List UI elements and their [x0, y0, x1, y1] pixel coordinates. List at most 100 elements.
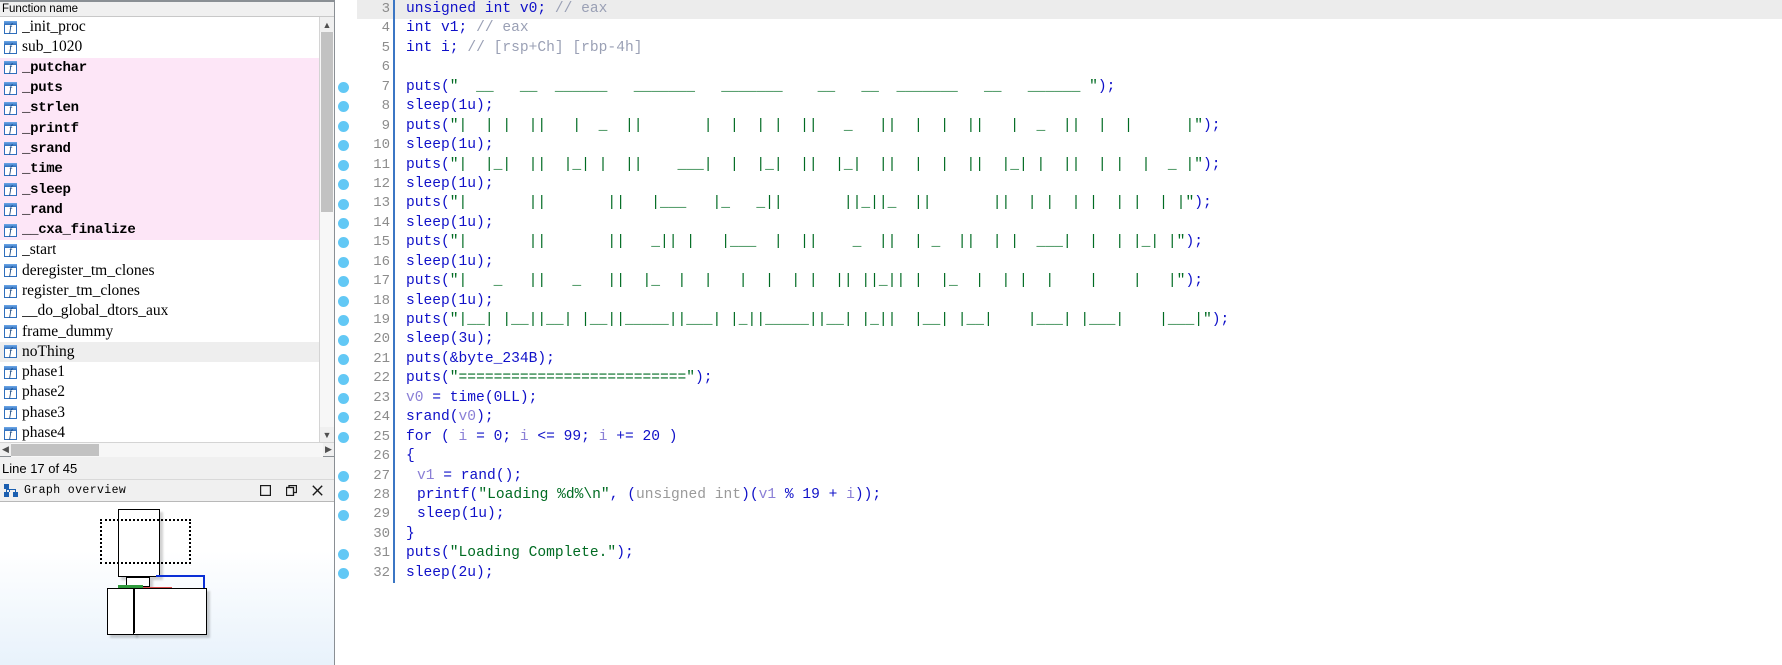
function-list-item[interactable]: f deregister_tm_clones	[0, 261, 319, 281]
graph-node[interactable]	[133, 588, 207, 635]
code-line[interactable]: 30}	[357, 524, 1782, 545]
code-line[interactable]: 23 v0 = time(0LL);	[357, 388, 1782, 409]
function-list-item[interactable]: f sub_1020	[0, 37, 319, 57]
function-list-item[interactable]: f _time	[0, 159, 319, 180]
breakpoint-icon[interactable]	[338, 101, 349, 113]
code-line[interactable]: 21 puts(&byte_234B);	[357, 349, 1782, 370]
code-line[interactable]: 26 {	[357, 447, 1782, 467]
function-list-item[interactable]: f _init_proc	[0, 17, 319, 37]
code-line[interactable]: 10 sleep(1u);	[357, 136, 1782, 156]
pseudocode-view[interactable]: 3 unsigned int v0; // eax 4 int v1; // eax 5…	[335, 0, 1782, 665]
code-line[interactable]: 6	[357, 58, 1782, 78]
code-line[interactable]: 31 puts("Loading Complete.");	[357, 544, 1782, 564]
breakpoint-icon[interactable]	[338, 120, 349, 132]
code-line[interactable]: 25 for ( i = 0; i <= 99; i += 20 )	[357, 427, 1782, 448]
breakpoint-icon[interactable]	[338, 470, 349, 482]
breakpoint-icon[interactable]	[338, 354, 349, 366]
scroll-left-icon[interactable]: ◀	[0, 443, 11, 457]
breakpoint-icon[interactable]	[338, 237, 349, 249]
function-list-item[interactable]: f __do_global_dtors_aux	[0, 301, 319, 321]
functions-list[interactable]: f _init_proc f sub_1020 f _putchar f _puts f _str…	[0, 17, 319, 442]
code-line[interactable]: 13 puts("| || || |___ |_ _|| ||_||_ || ||…	[357, 194, 1782, 214]
breakpoint-icon[interactable]	[338, 568, 349, 580]
pseudocode-text-area[interactable]: 3 unsigned int v0; // eax 4 int v1; // eax 5…	[357, 0, 1782, 665]
graph-overview-titlebar[interactable]: Graph overview	[0, 480, 334, 502]
functions-vertical-scrollbar[interactable]: ▲ ▼	[319, 17, 334, 442]
function-list-item[interactable]: f _putchar	[0, 57, 319, 78]
code-line[interactable]: 28 printf("Loading %d%\n", (unsigned int)…	[357, 485, 1782, 506]
function-list-item[interactable]: f _strlen	[0, 98, 319, 119]
functions-column-header[interactable]: Function name	[0, 0, 334, 17]
functions-scroll-thumb[interactable]	[321, 32, 333, 212]
breakpoint-icon[interactable]	[338, 198, 349, 210]
breakpoint-icon[interactable]	[338, 431, 349, 443]
function-list-item[interactable]: f noThing	[0, 341, 319, 363]
function-name-label: _time	[22, 161, 63, 178]
code-line[interactable]: 24 srand(v0);	[357, 408, 1782, 428]
code-line[interactable]: 5 int i; // [rsp+Ch] [rbp-4h]	[357, 38, 1782, 59]
breakpoint-icon[interactable]	[338, 276, 349, 288]
function-list-item[interactable]: f phase4	[0, 423, 319, 442]
code-line[interactable]: 22 puts("==========================");	[357, 369, 1782, 389]
breakpoint-icon[interactable]	[338, 159, 349, 171]
breakpoint-icon[interactable]	[338, 256, 349, 268]
function-list-item[interactable]: f frame_dummy	[0, 321, 319, 341]
function-list-item[interactable]: f _rand	[0, 199, 319, 220]
breakpoint-icon[interactable]	[338, 179, 349, 191]
code-line[interactable]: 32 sleep(2u);	[357, 563, 1782, 584]
graph-node[interactable]	[107, 588, 135, 635]
breakpoint-icon[interactable]	[338, 315, 349, 327]
function-list-item[interactable]: f phase2	[0, 382, 319, 402]
code-line[interactable]: 11 puts("| |_| || |_| | || ___| | |_| || …	[357, 155, 1782, 175]
breakpoint-icon[interactable]	[338, 295, 349, 307]
function-list-item[interactable]: f _printf	[0, 118, 319, 139]
line-number: 25	[373, 428, 390, 445]
function-list-item[interactable]: f phase3	[0, 403, 319, 423]
breakpoint-icon[interactable]	[338, 548, 349, 560]
maximize-button[interactable]	[252, 481, 278, 501]
breakpoint-icon[interactable]	[338, 412, 349, 424]
code-line[interactable]: 27 v1 = rand();	[357, 466, 1782, 486]
breakpoint-icon[interactable]	[338, 509, 349, 521]
function-list-item[interactable]: f phase1	[0, 362, 319, 382]
scroll-down-icon[interactable]: ▼	[320, 427, 334, 442]
code-line[interactable]: 7 puts(" __ __ ______ _______ _______ __ …	[357, 77, 1782, 98]
code-line[interactable]: 9 puts("| | | || | _ || | | | | || _ || |…	[357, 116, 1782, 137]
function-list-item[interactable]: f _puts	[0, 77, 319, 99]
breakpoint-icon[interactable]	[338, 334, 349, 346]
breakpoint-gutter[interactable]	[335, 0, 357, 665]
code-line[interactable]: 4 int v1; // eax	[357, 19, 1782, 39]
functions-scroll-track[interactable]	[320, 32, 334, 427]
breakpoint-icon[interactable]	[338, 373, 349, 385]
function-list-item[interactable]: f _srand	[0, 138, 319, 160]
graph-overview-canvas[interactable]	[0, 502, 334, 665]
code-line[interactable]: 3 unsigned int v0; // eax	[357, 0, 1782, 20]
code-line[interactable]: 29 sleep(1u);	[357, 505, 1782, 525]
scroll-right-icon[interactable]: ▶	[323, 443, 334, 457]
code-line[interactable]: 17 puts("| _ || _ || |_ | | | | | | || ||…	[357, 272, 1782, 292]
close-button[interactable]	[304, 481, 330, 501]
code-line[interactable]: 19 puts("|__| |__||__| |__||_____||___| |…	[357, 311, 1782, 331]
function-list-item[interactable]: f register_tm_clones	[0, 281, 319, 301]
code-line[interactable]: 8 sleep(1u);	[357, 97, 1782, 117]
function-list-item[interactable]: f _sleep	[0, 179, 319, 200]
code-line[interactable]: 12 sleep(1u);	[357, 174, 1782, 195]
breakpoint-icon[interactable]	[338, 393, 349, 404]
scroll-up-icon[interactable]: ▲	[320, 17, 334, 32]
code-line[interactable]: 14 sleep(1u);	[357, 213, 1782, 234]
function-list-item[interactable]: f _start	[0, 240, 319, 260]
restore-button[interactable]	[278, 481, 304, 501]
breakpoint-icon[interactable]	[338, 217, 349, 229]
code-line[interactable]: 15 puts("| || || _|| | |___ | || _ || | _…	[357, 233, 1782, 253]
breakpoint-icon[interactable]	[338, 490, 349, 502]
breakpoint-icon[interactable]	[338, 140, 349, 152]
code-line[interactable]: 16 sleep(1u);	[357, 252, 1782, 273]
graph-viewport-rect[interactable]	[100, 519, 191, 564]
code-line[interactable]: 18 sleep(1u);	[357, 291, 1782, 311]
functions-hscroll-track[interactable]	[11, 442, 323, 457]
functions-hscroll-thumb[interactable]	[11, 443, 99, 456]
functions-horizontal-scrollbar[interactable]: ◀ ▶	[0, 442, 334, 457]
code-line[interactable]: 20 sleep(3u);	[357, 330, 1782, 350]
function-list-item[interactable]: f __cxa_finalize	[0, 219, 319, 241]
breakpoint-icon[interactable]	[338, 81, 349, 93]
